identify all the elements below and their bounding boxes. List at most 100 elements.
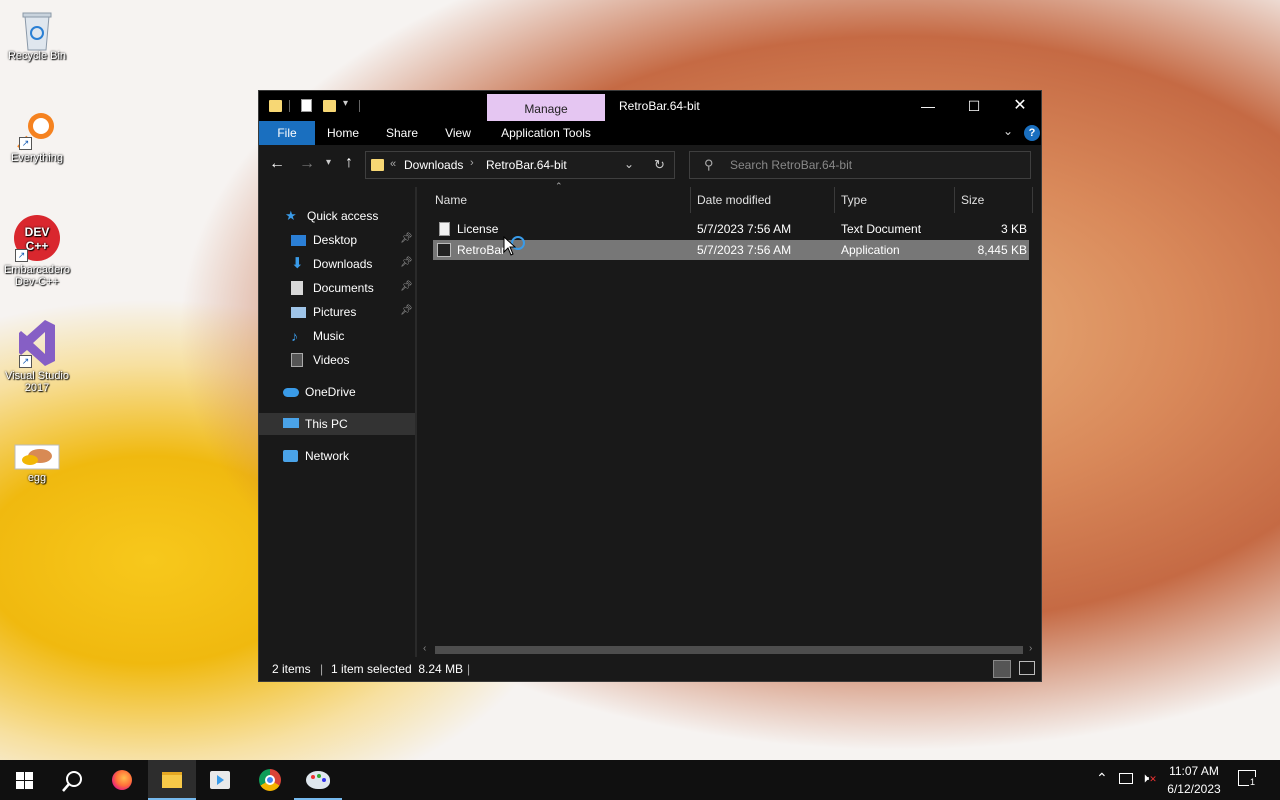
column-header-type[interactable]: Type [835, 187, 955, 213]
nav-downloads[interactable]: ⬇ Downloads [291, 253, 411, 275]
nav-onedrive[interactable]: OneDrive [283, 381, 411, 403]
pin-icon[interactable]: 📌︎ [400, 305, 413, 316]
nav-music[interactable]: ♪ Music [291, 325, 411, 347]
back-arrow-icon[interactable]: ← [269, 155, 285, 173]
search-button[interactable] [48, 760, 96, 800]
status-bar: 2 items | 1 item selected 8.24 MB | [259, 657, 1041, 681]
tab-manage[interactable]: Manage [487, 94, 605, 121]
divider: | [320, 662, 324, 676]
search-placeholder: Search RetroBar.64-bit [730, 158, 853, 172]
tab-share[interactable]: Share [377, 121, 427, 145]
window-title: RetroBar.64-bit [619, 99, 700, 113]
file-row-license[interactable]: License 5/7/2023 7:56 AM Text Document 3… [433, 219, 1029, 239]
ribbon-tabs: File Home Share View Application Tools ⌄… [259, 121, 1041, 145]
clock-time[interactable]: 11:07 AM [1164, 764, 1224, 778]
tab-application-tools[interactable]: Application Tools [491, 121, 601, 145]
taskbar: ⌃ 🕨︎✕ 11:07 AM 6/12/2023 1 [0, 760, 1280, 800]
desktop-icon-dev-cpp[interactable]: DEV C++ ↗ Embarcadero Dev-C++ [0, 214, 74, 288]
pin-icon[interactable]: 📌︎ [400, 257, 413, 268]
file-type: Text Document [841, 222, 922, 236]
cloud-icon [283, 388, 299, 397]
scrollbar-thumb[interactable] [435, 646, 1023, 654]
nav-network[interactable]: Network [283, 445, 411, 467]
computer-icon [283, 418, 299, 428]
file-list: ⌃ Name Date modified Type Size License 5… [417, 181, 1041, 657]
desktop-icon-everything[interactable]: ↗ Everything [0, 110, 74, 164]
column-header-date[interactable]: Date modified [691, 187, 835, 213]
maximize-button[interactable]: ☐ [951, 91, 997, 121]
column-header-size[interactable]: Size [955, 187, 1033, 213]
taskbar-media-player[interactable] [196, 760, 244, 800]
search-icon [62, 771, 82, 792]
address-bar[interactable]: « Downloads › RetroBar.64-bit ⌄ ↻ [365, 151, 675, 179]
desktop-icon-recycle-bin[interactable]: Recycle Bin [0, 8, 74, 62]
help-icon[interactable]: ? [1024, 125, 1040, 141]
clock-date[interactable]: 6/12/2023 [1164, 782, 1224, 796]
recycle-bin-icon [17, 8, 57, 51]
chrome-icon [259, 769, 281, 791]
breadcrumb-separator-icon[interactable]: › [470, 157, 474, 169]
desktop-icon-label: egg [27, 472, 47, 484]
document-icon [291, 281, 303, 295]
properties-icon[interactable] [301, 99, 312, 112]
up-arrow-icon[interactable]: ↑ [345, 154, 353, 172]
address-overflow[interactable]: « [390, 158, 396, 170]
column-header-name[interactable]: Name [429, 187, 691, 213]
forward-arrow-icon[interactable]: → [299, 155, 315, 173]
close-button[interactable]: ✕ [997, 91, 1043, 121]
scroll-right-icon[interactable]: › [1029, 643, 1032, 654]
nav-quick-access[interactable]: ★ Quick access [285, 205, 411, 227]
breadcrumb-retrobar[interactable]: RetroBar.64-bit [486, 158, 567, 172]
show-hidden-icons-icon[interactable]: ⌃ [1096, 770, 1108, 787]
search-box[interactable]: ⚲ Search RetroBar.64-bit [689, 151, 1031, 179]
minimize-button[interactable]: — [905, 91, 951, 121]
nav-documents[interactable]: Documents [291, 277, 411, 299]
selection-info: 1 item selected 8.24 MB [331, 662, 464, 676]
divider: | [467, 662, 471, 676]
tab-home[interactable]: Home [317, 121, 369, 145]
tab-file[interactable]: File [259, 121, 315, 145]
title-bar[interactable]: ▾ Manage RetroBar.64-bit — ☐ ✕ [259, 91, 1041, 121]
file-name: License [457, 222, 499, 236]
scroll-left-icon[interactable]: ‹ [423, 643, 426, 654]
recent-locations-icon[interactable]: ▾ [326, 157, 331, 168]
firefox-icon [112, 770, 132, 790]
file-row-retrobar[interactable]: RetroBar 5/7/2023 7:56 AM Application 8,… [433, 236, 1029, 260]
tab-view[interactable]: View [435, 121, 481, 145]
new-folder-icon[interactable] [323, 100, 336, 112]
nav-videos[interactable]: Videos [291, 349, 411, 371]
windows-logo-icon [16, 772, 33, 789]
nav-this-pc[interactable]: This PC [283, 413, 411, 435]
divider [289, 100, 290, 112]
network-icon [283, 450, 298, 462]
download-arrow-icon: ⬇ [291, 255, 304, 272]
address-dropdown-icon[interactable]: ⌄ [624, 157, 634, 171]
volume-muted-icon[interactable]: 🕨︎✕ [1141, 770, 1157, 786]
customize-quick-access-icon[interactable]: ▾ [343, 98, 348, 109]
refresh-icon[interactable]: ↻ [654, 157, 665, 173]
film-icon [291, 353, 303, 367]
start-button[interactable] [0, 760, 48, 800]
pin-icon[interactable]: 📌︎ [400, 233, 413, 244]
network-status-icon[interactable] [1119, 773, 1133, 784]
taskbar-chrome[interactable] [246, 760, 294, 800]
horizontal-scrollbar[interactable]: ‹ › [417, 643, 1041, 657]
star-icon: ★ [285, 208, 297, 223]
nav-pictures[interactable]: Pictures [291, 301, 411, 323]
nav-desktop[interactable]: Desktop [291, 229, 411, 251]
taskbar-file-explorer[interactable] [148, 760, 196, 800]
large-icons-view-icon[interactable] [1019, 661, 1035, 675]
paint-palette-icon [306, 771, 330, 789]
desktop-icon-egg[interactable]: egg [0, 444, 74, 484]
expand-ribbon-icon[interactable]: ⌄ [1003, 124, 1013, 138]
action-center-button[interactable]: 1 [1238, 770, 1257, 787]
details-view-icon[interactable] [993, 660, 1011, 678]
pin-icon[interactable]: 📌︎ [400, 281, 413, 292]
shortcut-arrow-icon: ↗ [19, 355, 32, 368]
taskbar-paint[interactable] [294, 760, 342, 800]
breadcrumb-downloads[interactable]: Downloads [404, 158, 463, 172]
desktop-icon-visual-studio[interactable]: ↗ Visual Studio 2017 [0, 318, 74, 394]
image-file-icon [14, 444, 60, 470]
taskbar-firefox[interactable] [98, 760, 146, 800]
desktop-icon-label: Visual Studio 2017 [4, 370, 69, 394]
